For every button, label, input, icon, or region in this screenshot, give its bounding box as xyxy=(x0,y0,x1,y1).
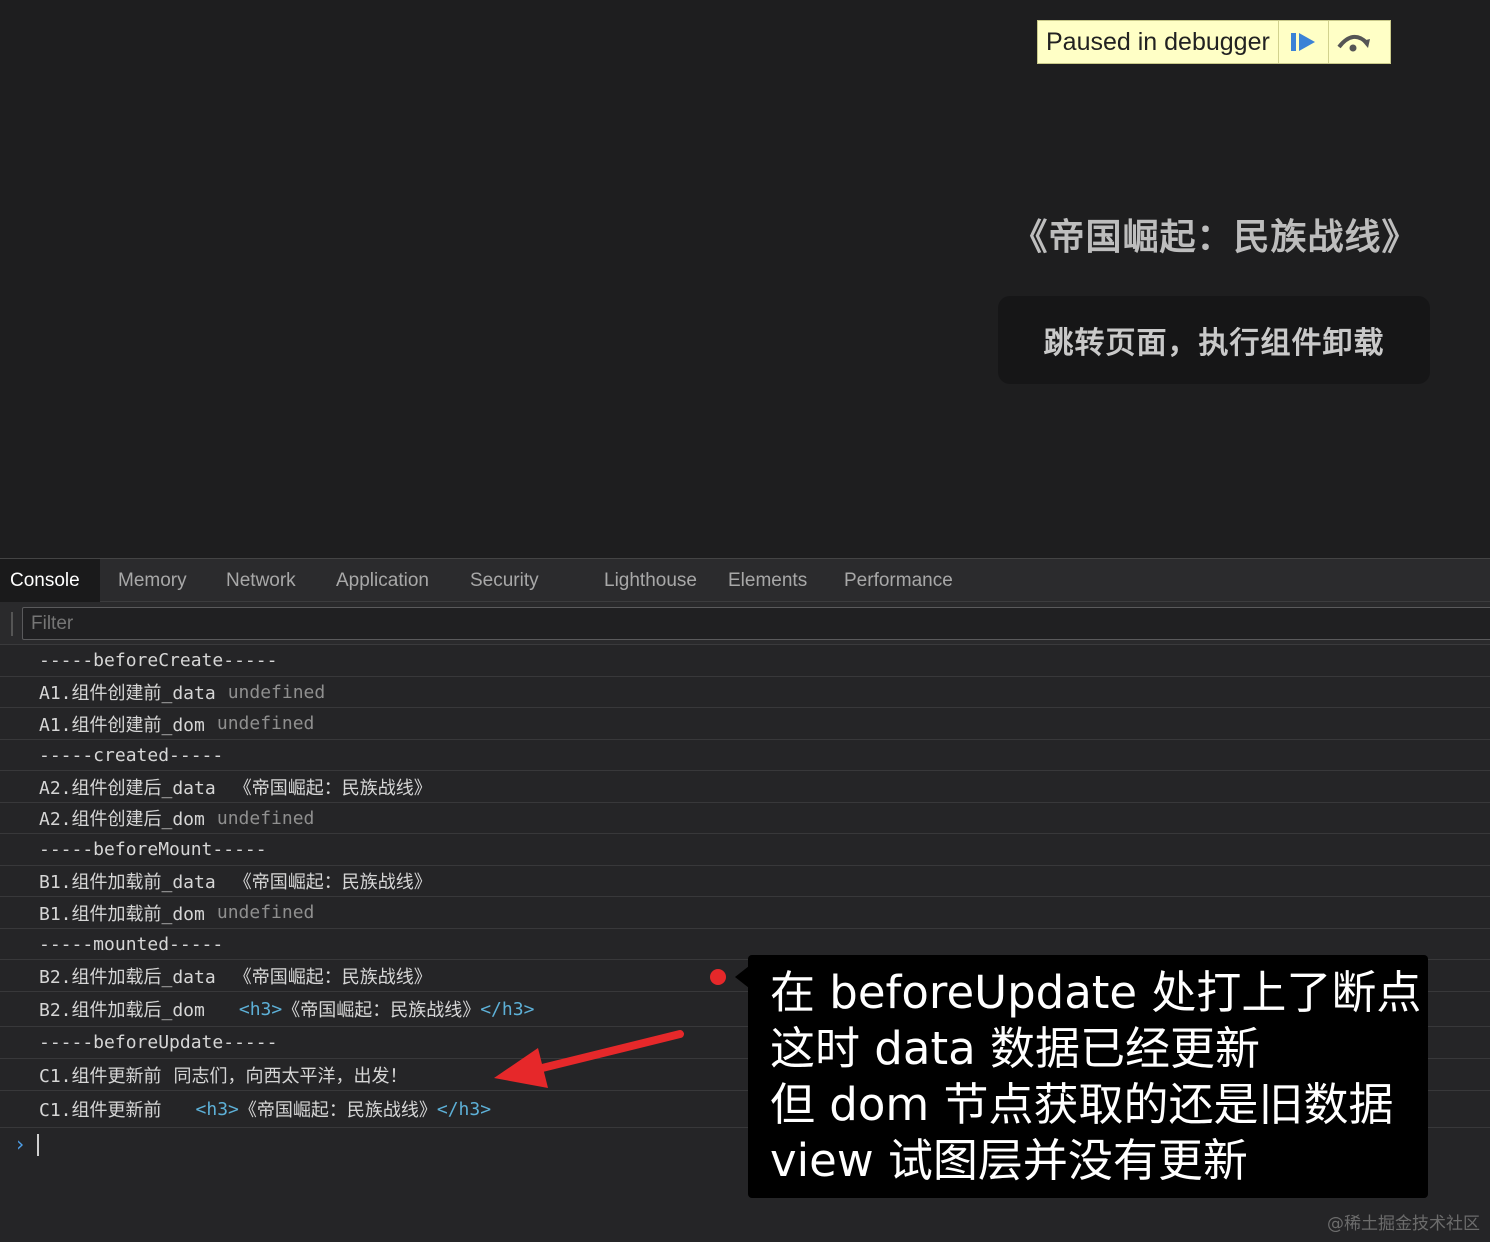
annotation-line: 但 dom 节点获取的还是旧数据 xyxy=(770,1078,1394,1131)
text-caret xyxy=(37,1134,39,1156)
step-over-icon xyxy=(1337,35,1371,52)
resume-button[interactable] xyxy=(1277,21,1328,63)
watermark: @稀土掘金技术社区 xyxy=(1327,1214,1480,1234)
prompt-chevron-icon: › xyxy=(14,1132,27,1156)
console-line: A2.组件创建后_data 《帝国崛起：民族战线》 xyxy=(0,771,1490,803)
tab-security[interactable]: Security xyxy=(451,559,574,602)
console-filter-bar xyxy=(0,602,1490,645)
console-line: A1.组件创建前_data undefined xyxy=(0,677,1490,708)
html-tag[interactable]: </h3> xyxy=(437,1099,491,1120)
page-viewport: Paused in debugger 《帝国崛起：民族战线》 跳转页面，执行组件… xyxy=(0,0,1490,558)
annotation-line: view 试图层并没有更新 xyxy=(770,1134,1248,1187)
html-tag[interactable]: <h3> xyxy=(239,999,282,1020)
tab-network[interactable]: Network xyxy=(207,559,317,602)
unmount-button[interactable]: 跳转页面，执行组件卸载 xyxy=(998,296,1430,384)
filter-divider xyxy=(11,612,13,636)
console-line: A1.组件创建前_dom undefined xyxy=(0,708,1490,740)
tab-performance[interactable]: Performance xyxy=(824,559,964,602)
resume-icon xyxy=(1291,33,1316,51)
html-tag[interactable]: <h3> xyxy=(196,1099,239,1120)
console-line: -----beforeMount----- xyxy=(0,834,1490,866)
console-line: B1.组件加载前_dom undefined xyxy=(0,897,1490,929)
console-line: B1.组件加载前_data 《帝国崛起：民族战线》 xyxy=(0,866,1490,897)
devtools-tab-bar: Console Memory Network Application Secur… xyxy=(0,558,1490,602)
debugger-paused-banner: Paused in debugger xyxy=(1037,20,1391,64)
page-title: 《帝国崛起：民族战线》 xyxy=(1011,217,1419,258)
tab-console[interactable]: Console xyxy=(0,559,100,602)
annotation-callout: 在 beforeUpdate 处打上了断点 这时 data 数据已经更新 但 d… xyxy=(748,955,1428,1198)
tab-elements[interactable]: Elements xyxy=(707,559,824,602)
step-over-button[interactable] xyxy=(1327,21,1378,63)
filter-input[interactable] xyxy=(22,607,1490,640)
console-line: -----beforeCreate----- xyxy=(0,645,1490,677)
tab-lighthouse[interactable]: Lighthouse xyxy=(574,559,707,602)
console-line: A2.组件创建后_dom undefined xyxy=(0,803,1490,834)
annotation-arrow-icon xyxy=(494,1030,684,1088)
annotation-line: 这时 data 数据已经更新 xyxy=(770,1022,1260,1075)
tab-application[interactable]: Application xyxy=(317,559,451,602)
tab-memory[interactable]: Memory xyxy=(100,559,207,602)
debugger-paused-label: Paused in debugger xyxy=(1046,27,1270,56)
callout-pointer xyxy=(735,966,749,988)
console-line: -----created----- xyxy=(0,740,1490,771)
html-tag[interactable]: </h3> xyxy=(480,999,534,1020)
breakpoint-dot xyxy=(710,969,726,985)
annotation-line: 在 beforeUpdate 处打上了断点 xyxy=(770,966,1422,1019)
